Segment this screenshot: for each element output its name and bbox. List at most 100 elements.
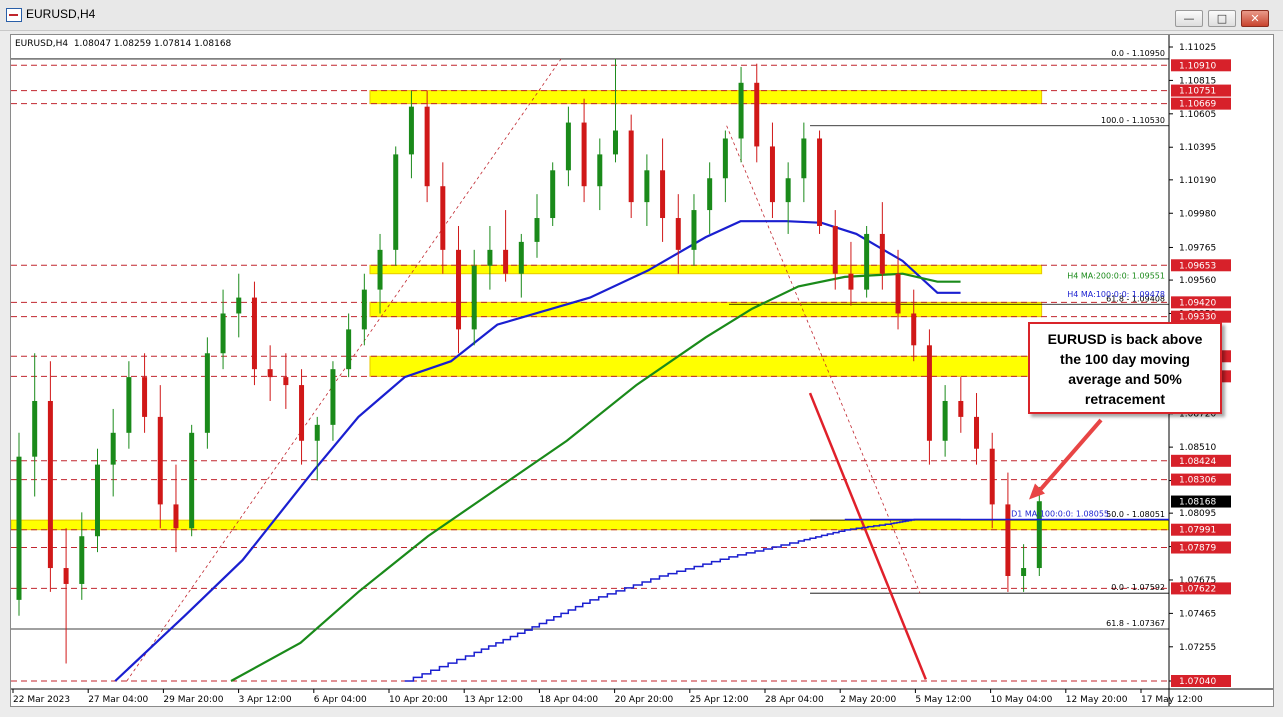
candle-body <box>32 400 38 457</box>
candle-body <box>1005 504 1011 576</box>
candle-body <box>895 273 901 314</box>
candle-body <box>267 369 273 378</box>
candle-body <box>110 432 116 465</box>
price-level-badge-label: 1.10751 <box>1179 87 1216 97</box>
price-tick-label: 1.07255 <box>1179 643 1216 653</box>
price-level-badge-label: 1.07622 <box>1179 584 1216 594</box>
time-tick-label: 5 May 12:00 <box>915 695 971 705</box>
candle-body <box>456 249 462 330</box>
candle-body <box>142 377 148 417</box>
candle-body <box>581 122 587 187</box>
candle-body <box>157 416 163 505</box>
price-level-badge-label: 1.09653 <box>1179 261 1216 271</box>
time-tick-label: 28 Apr 04:00 <box>765 695 824 705</box>
annotation-arrow <box>1035 418 1103 495</box>
candle-body <box>47 400 53 569</box>
support-resistance-zone <box>10 519 1170 531</box>
candle-body <box>644 170 650 203</box>
candle-body <box>503 249 509 274</box>
price-tick-label: 1.08095 <box>1179 509 1216 519</box>
time-tick-label: 10 Apr 20:00 <box>389 695 448 705</box>
candle-body <box>801 138 807 179</box>
price-tick-label: 1.09765 <box>1179 243 1216 253</box>
candle-body <box>754 82 760 147</box>
annotation-callout: EURUSD is back above the 100 day moving … <box>1028 322 1222 414</box>
price-tick-label: 1.08510 <box>1179 443 1216 453</box>
moving-average-line-2 <box>230 272 961 682</box>
annotation-line-1: EURUSD is back above <box>1047 331 1203 347</box>
window-titlebar: EURUSD,H4 — □ ✕ <box>0 0 1283 31</box>
candle-body <box>565 122 571 171</box>
candle-body <box>518 241 524 274</box>
fib-label: 0.0 - 1.07592 <box>1111 583 1165 592</box>
current-price-label: 1.08168 <box>1179 498 1216 508</box>
candle-body <box>299 385 305 441</box>
candle-body <box>283 377 289 386</box>
d1-ma-label: D1 MA:100:0:0: 1.08055 <box>1011 510 1109 519</box>
candle-body <box>487 249 493 266</box>
maximize-button[interactable]: □ <box>1208 10 1236 27</box>
candle-body <box>722 138 728 179</box>
candle-body <box>126 377 132 433</box>
candle-body <box>1021 568 1027 576</box>
time-tick-label: 3 Apr 12:00 <box>239 695 292 705</box>
time-tick-label: 12 May 20:00 <box>1066 695 1128 705</box>
price-tick-label: 1.09560 <box>1179 276 1216 286</box>
candle-body <box>314 424 320 441</box>
candle-body <box>377 249 383 290</box>
price-level-badge-label: 1.09420 <box>1179 298 1216 308</box>
close-button[interactable]: ✕ <box>1241 10 1269 27</box>
minimize-button[interactable]: — <box>1175 10 1203 27</box>
candle-body <box>879 233 885 274</box>
trend-line <box>808 392 927 680</box>
candle-body <box>330 369 336 425</box>
price-level-badge-label: 1.10669 <box>1179 100 1216 110</box>
annotation-line-4: retracement <box>1084 391 1166 407</box>
candle-body <box>785 178 791 203</box>
price-tick-label: 1.10190 <box>1179 176 1216 186</box>
candle-body <box>989 448 995 505</box>
annotation-line-3: average and 50% <box>1068 371 1182 387</box>
candle-body <box>361 289 367 330</box>
candle-body <box>173 504 179 529</box>
support-resistance-zone <box>369 355 1043 377</box>
support-resistance-zone <box>369 264 1043 275</box>
ohlc-header: EURUSD,H4 1.08047 1.08259 1.07814 1.0816… <box>15 39 232 49</box>
time-tick-label: 18 Apr 04:00 <box>539 695 598 705</box>
time-tick-label: 10 May 04:00 <box>991 695 1053 705</box>
candle-body <box>220 313 226 354</box>
ma100-label: H4 MA:100:0:0: 1.09478 <box>1067 290 1165 299</box>
candle-body <box>408 106 414 155</box>
candle-body <box>251 297 257 370</box>
annotation-line-2: the 100 day moving <box>1060 351 1190 367</box>
price-tick-label: 1.09980 <box>1179 209 1216 219</box>
candle-body <box>612 130 618 155</box>
candle-body <box>848 273 854 290</box>
price-level-badge-label: 1.07991 <box>1179 526 1216 536</box>
price-level-badge-label: 1.10910 <box>1179 61 1216 71</box>
candle-body <box>440 186 446 250</box>
time-tick-label: 27 Mar 04:00 <box>88 695 148 705</box>
candle-body <box>832 225 838 274</box>
price-level-badge-label: 1.08424 <box>1179 457 1216 467</box>
candle-body <box>926 345 932 441</box>
candle-body <box>236 297 242 314</box>
candle-body <box>346 329 352 370</box>
candle-body <box>393 154 399 250</box>
time-tick-label: 20 Apr 20:00 <box>615 695 674 705</box>
candle-body <box>974 416 980 449</box>
moving-average-line-3 <box>404 518 961 682</box>
time-tick-label: 2 May 20:00 <box>840 695 896 705</box>
support-resistance-zone <box>369 90 1043 105</box>
price-tick-label: 1.11025 <box>1179 43 1216 53</box>
time-tick-label: 6 Apr 04:00 <box>314 695 367 705</box>
candle-body <box>769 146 775 203</box>
fib-label: 50.0 - 1.08051 <box>1106 510 1165 519</box>
candle-body <box>189 432 195 529</box>
fib-label: 0.0 - 1.10950 <box>1111 49 1165 58</box>
candle-body <box>911 313 917 346</box>
candle-body <box>628 130 634 203</box>
window-title: EURUSD,H4 <box>26 7 96 21</box>
candle-body <box>738 82 744 139</box>
candle-body <box>550 170 556 219</box>
